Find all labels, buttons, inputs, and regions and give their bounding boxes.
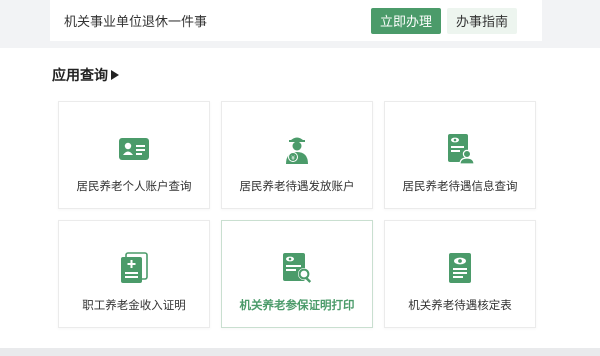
certificate-add-icon: [117, 251, 151, 285]
document-user-icon: [443, 132, 477, 166]
tile-label: 居民养老待遇信息查询: [402, 179, 518, 193]
service-guide-button[interactable]: 办事指南: [447, 7, 517, 34]
main-panel: 应用查询 居民养老个人账户查询 ¥ 居民养老待遇发放账户 居民养老待遇信息查询 …: [0, 48, 600, 348]
service-card: 机关事业单位退休一件事 立即办理 办事指南: [50, 0, 542, 41]
bottom-band: [0, 348, 600, 356]
tile-benefit-info-query[interactable]: 居民养老待遇信息查询: [384, 101, 536, 209]
tile-label: 机关养老参保证明打印: [239, 298, 355, 312]
tile-label: 居民养老待遇发放账户: [239, 179, 355, 193]
id-card-icon: [117, 132, 151, 166]
service-title: 机关事业单位退休一件事: [64, 15, 208, 30]
tile-insurance-certificate-print[interactable]: 机关养老参保证明打印: [221, 220, 373, 328]
section-title[interactable]: 应用查询: [52, 65, 119, 85]
tile-personal-account-query[interactable]: 居民养老个人账户查询: [58, 101, 210, 209]
svg-text:¥: ¥: [291, 155, 295, 162]
worker-payment-icon: ¥: [280, 132, 314, 166]
apply-now-button[interactable]: 立即办理: [371, 7, 441, 34]
tile-label: 职工养老金收入证明: [82, 298, 186, 312]
tile-benefit-approval-form[interactable]: 机关养老待遇核定表: [384, 220, 536, 328]
tile-payment-account[interactable]: ¥ 居民养老待遇发放账户: [221, 101, 373, 209]
tile-label: 机关养老待遇核定表: [408, 298, 512, 312]
arrow-right-icon: [111, 70, 119, 80]
document-eye-icon: [443, 251, 477, 285]
document-search-icon: [280, 251, 314, 285]
section-title-text: 应用查询: [52, 68, 108, 84]
tile-label: 居民养老个人账户查询: [76, 179, 192, 193]
tile-income-certificate[interactable]: 职工养老金收入证明: [58, 220, 210, 328]
